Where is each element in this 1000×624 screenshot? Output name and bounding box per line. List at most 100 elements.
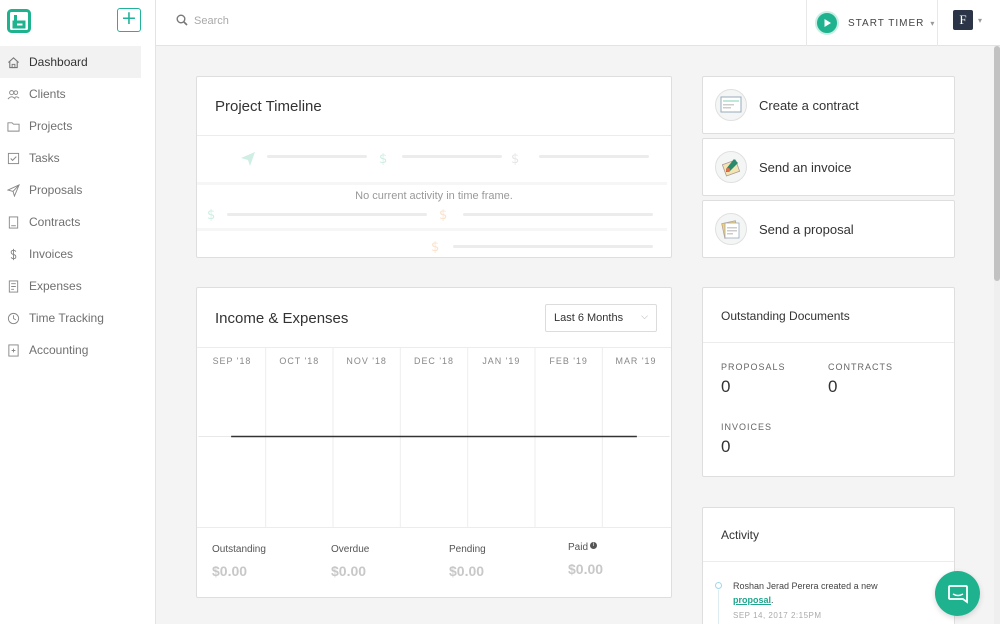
svg-text:$: $ [439,208,447,223]
metric-value: 0 [721,377,731,396]
outstanding-title: Outstanding Documents [721,309,850,323]
svg-text:$: $ [379,152,387,167]
home-icon [7,56,20,69]
play-icon [815,11,839,35]
sidebar-item-invoices[interactable]: Invoices [0,238,156,270]
start-timer-button[interactable]: START TIMER ▾ [806,0,938,46]
chat-launcher-button[interactable] [935,571,980,616]
stat-value: $0.00 [449,563,485,579]
chevron-down-icon: ⌵ [641,312,648,322]
activity-title: Activity [721,528,760,542]
sidebar-item-tasks[interactable]: Tasks [0,142,156,174]
receipt-icon [7,279,20,293]
activity-timestamp: SEP 14, 2017 2:15PM [733,611,822,620]
sidebar-item-label: Expenses [29,279,82,293]
page-scrollbar[interactable] [994,46,1000,624]
add-button[interactable]: + [117,8,141,32]
stat-overdue: Overdue $0.00 [331,544,369,579]
divider [703,561,954,562]
paper-plane-icon [7,183,20,197]
search-icon [176,14,188,26]
clients-icon [7,88,20,101]
sidebar-item-label: Accounting [29,343,89,357]
svg-text:$: $ [511,152,519,167]
activity-link-proposal[interactable]: proposal [733,595,771,605]
chevron-down-icon: ▾ [978,15,983,25]
sidebar-item-label: Proposals [29,183,83,197]
sidebar-item-label: Invoices [29,247,74,261]
sidebar-item-expenses[interactable]: Expenses [0,270,156,302]
sidebar-item-clients[interactable]: Clients [0,78,156,110]
send-proposal-button[interactable]: Send a proposal [702,200,955,258]
stat-value: $0.00 [212,563,248,579]
sidebar: + Dashboard Clients Projects Tasks Propo… [0,0,156,624]
sidebar-item-label: Tasks [29,151,60,165]
stat-label: Pending [449,544,486,555]
metric-proposals[interactable]: PROPOSALS 0 [721,362,786,397]
create-contract-button[interactable]: Create a contract [702,76,955,134]
stat-label: Outstanding [212,544,266,555]
action-label: Send an invoice [759,159,852,175]
metric-invoices[interactable]: INVOICES 0 [721,422,772,457]
contract-illustration-icon [715,89,747,121]
sidebar-item-label: Contracts [29,215,81,229]
chevron-down-icon: ▾ [930,18,935,28]
activity-entry-text: Roshan Jerad Perera created a new [733,581,878,591]
sidebar-item-label: Clients [29,87,66,101]
activity-entry-suffix: . [771,595,774,605]
stat-pending: Pending $0.00 [449,544,486,579]
ledger-icon [7,343,20,357]
stat-label: Overdue [331,544,370,555]
sidebar-item-accounting[interactable]: Accounting [0,334,156,366]
sidebar-item-dashboard[interactable]: Dashboard [0,46,141,78]
start-timer-label: START TIMER [848,17,925,29]
metric-value: 0 [721,437,731,456]
month-label: NOV '18 [346,356,386,366]
checkbox-icon [7,152,20,165]
chat-icon [947,584,968,604]
folder-icon [7,120,20,133]
metric-label: PROPOSALS [721,362,786,372]
send-invoice-button[interactable]: Send an invoice [702,138,955,196]
metric-contracts[interactable]: CONTRACTS 0 [828,362,893,397]
outstanding-documents-card: Outstanding Documents PROPOSALS 0 CONTRA… [702,287,955,477]
bonsai-logo-icon[interactable] [7,9,31,33]
sidebar-item-time-tracking[interactable]: Time Tracking [0,302,156,334]
sidebar-item-contracts[interactable]: Contracts [0,206,156,238]
stat-value: $0.00 [568,561,604,577]
stat-outstanding: Outstanding $0.00 [212,544,266,579]
stat-paid: Paid i $0.00 [568,542,603,577]
month-label: OCT '18 [279,356,319,366]
timeline-empty-message: No current activity in time frame. [355,190,513,202]
sidebar-item-label: Dashboard [29,55,88,69]
range-select[interactable]: Last 6 Months ⌵ [545,304,657,332]
sidebar-item-label: Projects [29,119,73,133]
project-timeline-card: Project Timeline $ $ $ $ $ No current ac… [196,76,672,258]
metric-value: 0 [828,377,838,396]
info-icon[interactable]: i [590,542,598,549]
dollar-icon [7,248,20,261]
app: + Dashboard Clients Projects Tasks Propo… [0,0,1000,624]
sidebar-item-proposals[interactable]: Proposals [0,174,156,206]
activity-card: Activity Roshan Jerad Perera created a n… [702,507,955,624]
activity-timeline-line [718,590,719,624]
income-expenses-title: Income & Expenses [215,310,349,327]
activity-entry: Roshan Jerad Perera created a new propos… [733,579,933,607]
svg-text:$: $ [431,240,439,255]
sidebar-item-projects[interactable]: Projects [0,110,156,142]
income-expenses-chart: SEP '18 OCT '18 NOV '18 DEC '18 JAN '19 FEB '… [197,347,671,527]
month-label: JAN '19 [482,356,520,366]
search-input[interactable] [194,12,494,30]
month-label: MAR '19 [616,356,657,366]
stat-value: $0.00 [331,563,367,579]
month-label: FEB '19 [549,356,587,366]
activity-dot [715,582,722,589]
avatar: F [953,10,973,30]
month-label: SEP '18 [213,356,252,366]
account-menu[interactable]: F ▾ [953,10,982,30]
sidebar-item-label: Time Tracking [29,311,104,325]
scrollbar-thumb[interactable] [994,46,1000,281]
metric-label: INVOICES [721,422,773,432]
proposal-illustration-icon [715,213,747,245]
income-expenses-card: Income & Expenses Last 6 Months ⌵ SEP '1… [196,287,672,598]
